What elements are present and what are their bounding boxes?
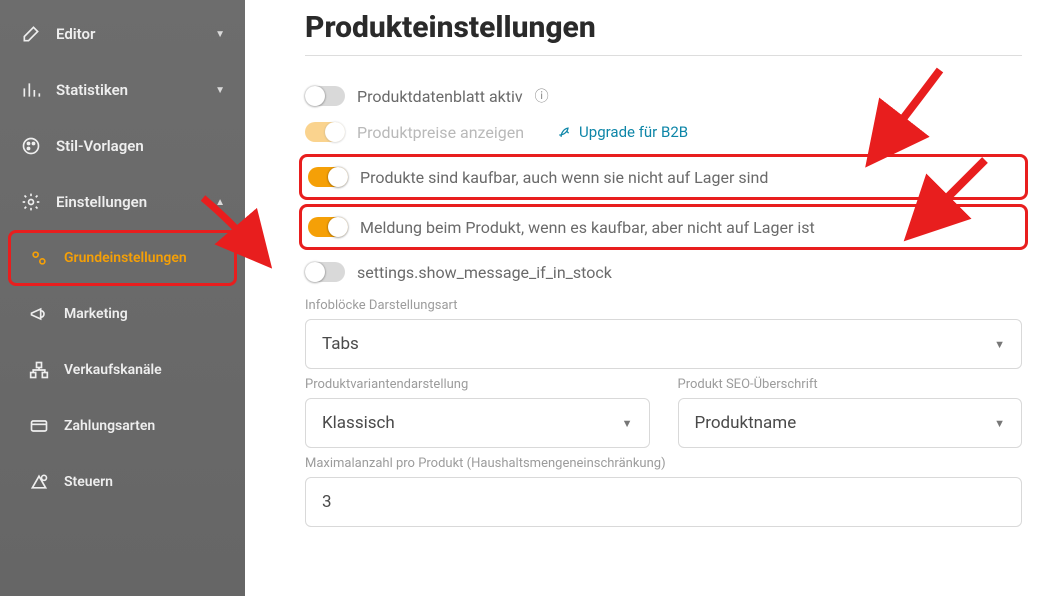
sidebar-item-zahlungsarten[interactable]: Zahlungsarten [0,398,245,454]
toggle-label: Produktpreise anzeigen [357,123,524,142]
chevron-down-icon: ▼ [622,417,633,430]
toggle-row-datasheet: Produktdatenblatt aktiv ⓘ [305,78,1022,114]
highlight-box-2: Meldung beim Produkt, wenn es kaufbar, a… [299,204,1028,250]
sidebar-item-label: Statistiken [56,81,128,99]
select-value: Klassisch [322,413,395,433]
toggle-prices[interactable] [305,122,345,142]
sidebar-item-label: Zahlungsarten [64,418,155,434]
chevron-down-icon: ▼ [215,29,225,40]
chevron-down-icon: ▼ [994,417,1005,430]
sidebar-item-label: Steuern [64,474,113,490]
tax-icon [28,472,50,492]
toggle-row-in-stock: settings.show_message_if_in_stock [305,254,1022,290]
gear-icon [20,192,42,212]
select-seo[interactable]: Produktname ▼ [678,398,1023,448]
sidebar-item-verkaufskanaele[interactable]: Verkaufskanäle [0,342,245,398]
sidebar-item-label: Editor [56,25,95,43]
field-label-variant: Produktvariantendarstellung [305,377,650,392]
sidebar-item-grundeinstellungen[interactable]: Grundeinstellungen [0,230,245,286]
sidebar: Editor ▼ Statistiken ▼ Stil-Vorlagen Ein… [0,0,245,596]
sidebar-item-label: Stil-Vorlagen [56,137,144,155]
sidebar-item-label: Grundeinstellungen [64,250,187,266]
select-value: Tabs [322,334,359,354]
upgrade-link[interactable]: Upgrade für B2B [558,123,688,141]
input-maxqty[interactable]: 3 [305,477,1022,527]
help-icon[interactable]: ⓘ [535,86,549,106]
toggle-row-oos-message: Meldung beim Produkt, wenn es kaufbar, a… [308,209,1019,245]
main-panel: Produkteinstellungen Produktdatenblatt a… [245,0,1062,596]
select-infoblocks[interactable]: Tabs ▼ [305,319,1022,369]
rocket-icon [558,125,573,140]
chevron-down-icon: ▼ [215,85,225,96]
sidebar-item-marketing[interactable]: Marketing [0,286,245,342]
toggle-datasheet[interactable] [305,86,345,106]
sidebar-item-steuern[interactable]: Steuern [0,454,245,510]
toggle-in-stock[interactable] [305,262,345,282]
toggle-row-prices: Produktpreise anzeigen Upgrade für B2B [305,114,1022,150]
highlight-box-1: Produkte sind kaufbar, auch wenn sie nic… [299,154,1028,200]
sidebar-item-einstellungen[interactable]: Einstellungen ▲ [0,174,245,230]
sidebar-item-editor[interactable]: Editor ▼ [0,6,245,62]
field-label-maxqty: Maximalanzahl pro Produkt (Haushaltsmeng… [305,456,1022,471]
channels-icon [28,360,50,380]
toggle-oos-message[interactable] [308,217,348,237]
toggle-label: Meldung beim Produkt, wenn es kaufbar, a… [360,218,815,237]
page-title: Produkteinstellungen [305,10,1022,56]
sidebar-item-stilvorlagen[interactable]: Stil-Vorlagen [0,118,245,174]
toggle-label: Produktdatenblatt aktiv [357,87,523,106]
sidebar-item-statistiken[interactable]: Statistiken ▼ [0,62,245,118]
edit-icon [20,24,42,44]
palette-icon [20,136,42,156]
input-value: 3 [322,492,332,512]
stats-icon [20,80,42,100]
megaphone-icon [28,304,50,324]
sidebar-item-label: Verkaufskanäle [64,362,162,378]
sidebar-item-label: Marketing [64,306,128,322]
toggle-row-buyable: Produkte sind kaufbar, auch wenn sie nic… [308,159,1019,195]
sidebar-item-label: Einstellungen [56,193,147,211]
toggle-label: Produkte sind kaufbar, auch wenn sie nic… [360,168,768,187]
field-label-infoblocks: Infoblöcke Darstellungsart [305,298,1022,313]
select-variant[interactable]: Klassisch ▼ [305,398,650,448]
field-label-seo: Produkt SEO-Überschrift [678,377,1023,392]
toggle-buyable[interactable] [308,167,348,187]
toggle-label: settings.show_message_if_in_stock [357,263,612,282]
gears-icon [28,248,50,268]
card-icon [28,416,50,436]
chevron-down-icon: ▼ [994,338,1005,351]
upgrade-text: Upgrade für B2B [579,123,688,141]
chevron-up-icon: ▲ [215,197,225,208]
select-value: Produktname [695,413,797,433]
